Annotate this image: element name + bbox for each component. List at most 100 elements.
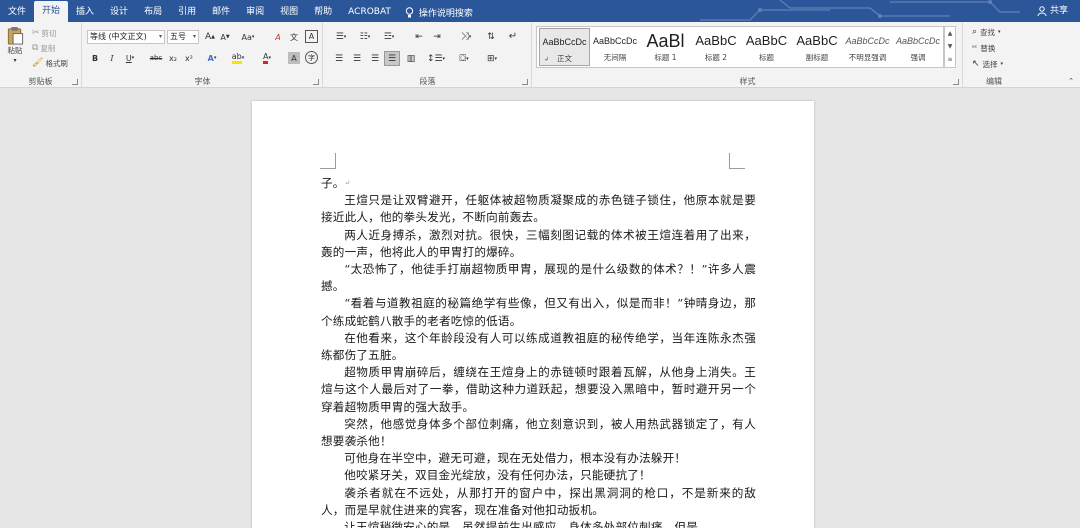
document-paragraph[interactable]: 在他看来，这个年龄段没有人可以练成道教祖庭的秘传绝学，当年连陈永杰强练都伤了五脏… bbox=[321, 330, 756, 364]
tab-10[interactable]: ACROBAT bbox=[340, 2, 399, 22]
document-paragraph[interactable]: “太恐怖了，他徒手打崩超物质甲胄，展现的是什么级数的体术？！”许多人震撼。 bbox=[321, 261, 756, 295]
change-case-icon: Aa bbox=[241, 32, 252, 42]
paste-button[interactable]: 粘贴 ▾ bbox=[3, 26, 27, 66]
document-body[interactable]: 子。↵ 王煊只是让双臂避开，任躯体被超物质凝聚成的赤色链子锁住，他原本就是要接近此… bbox=[321, 175, 756, 528]
collapse-ribbon-button[interactable]: ⌃ bbox=[1066, 76, 1076, 86]
distributed-button[interactable]: ▥ bbox=[404, 52, 418, 65]
superscript-button[interactable]: x² bbox=[183, 52, 195, 64]
style-preview: AaBbC bbox=[695, 33, 737, 48]
document-paragraph[interactable]: 让王煊稍微安心的是，虽然提前生出感应，身体多处部位刺痛，但是 bbox=[321, 519, 756, 528]
document-paragraph[interactable]: 子。↵ bbox=[321, 175, 756, 192]
style-item[interactable]: AaBbCcDc 无间隔 bbox=[590, 28, 641, 66]
style-item[interactable]: AaBbC 标题 2 bbox=[691, 28, 742, 66]
style-name: 副标题 bbox=[805, 53, 829, 62]
justify-icon: ☰ bbox=[387, 53, 397, 64]
bold-button[interactable]: B bbox=[89, 52, 101, 64]
style-item[interactable]: AaBl 标题 1 bbox=[640, 28, 691, 66]
subscript-button[interactable]: x₂ bbox=[167, 52, 179, 64]
increase-indent-button[interactable]: ⇥ bbox=[430, 30, 444, 43]
grow-font-button[interactable]: A ▲ bbox=[204, 31, 216, 43]
style-item[interactable]: AaBbC 副标题 bbox=[792, 28, 843, 66]
clear-formatting-button[interactable]: A bbox=[272, 31, 284, 43]
italic-button[interactable]: I bbox=[106, 52, 118, 64]
numbering-button[interactable]: ☷ ▾ bbox=[356, 30, 374, 43]
document-paragraph[interactable]: 超物质甲胄崩碎后，缠绕在王煊身上的赤链顿时跟着瓦解，从他身上消失。王煊与这个人最… bbox=[321, 364, 756, 416]
cut-button[interactable]: ✂ 剪切 bbox=[32, 27, 57, 39]
tab-1[interactable]: 开始 bbox=[34, 1, 69, 22]
document-paragraph[interactable]: 可他身在半空中，避无可避，现在无处借力，根本没有办法躲开！ bbox=[321, 450, 756, 467]
borders-button[interactable]: ⊞ ▾ bbox=[482, 52, 502, 65]
enclose-characters-button[interactable]: 字 bbox=[305, 51, 318, 64]
document-paragraph[interactable]: 他咬紧牙关，双目金光绽放，没有任何办法，只能硬抗了！ bbox=[321, 467, 756, 484]
style-item[interactable]: AaBbC 标题 bbox=[741, 28, 792, 66]
underline-button[interactable]: U ▾ bbox=[122, 52, 138, 64]
document-page[interactable]: 子。↵ 王煊只是让双臂避开，任躯体被超物质凝聚成的赤色链子锁住，他原本就是要接近此… bbox=[252, 101, 814, 528]
dialog-launcher-icon[interactable] bbox=[522, 79, 528, 85]
chevron-up-icon[interactable]: ▲ bbox=[945, 27, 955, 40]
share-button[interactable]: 共享 bbox=[1037, 0, 1068, 22]
document-paragraph[interactable]: “看着与道教祖庭的秘篇绝学有些像，但又有出入，似是而非！”钟晴身边，那个练成蛇鹤… bbox=[321, 295, 756, 329]
chinese-layout-button[interactable]: ⤨ ▾ bbox=[456, 30, 476, 43]
style-preview: AaBbC bbox=[796, 33, 838, 48]
more-icon[interactable]: ≡ bbox=[945, 53, 955, 66]
tab-2[interactable]: 插入 bbox=[68, 2, 102, 22]
chevron-down-icon[interactable]: ▼ bbox=[945, 40, 955, 53]
format-painter-button[interactable]: 🖌 格式刷 bbox=[32, 57, 68, 69]
change-case-button[interactable]: Aa ▾ bbox=[239, 31, 257, 43]
tab-7[interactable]: 审阅 bbox=[238, 2, 272, 22]
gallery-scroll[interactable]: ▲ ▼ ≡ bbox=[944, 26, 956, 68]
highlight-button[interactable]: ab ▾ bbox=[229, 52, 247, 64]
replace-button[interactable]: ᵃᶜ 替换 bbox=[972, 42, 995, 54]
document-paragraph[interactable]: 王煊只是让双臂避开，任躯体被超物质凝聚成的赤色链子锁住，他原本就是要接近此人，他… bbox=[321, 192, 756, 226]
strikethrough-button[interactable]: abc bbox=[149, 52, 163, 64]
character-border-button[interactable]: A bbox=[305, 30, 318, 43]
dialog-launcher-icon[interactable] bbox=[72, 79, 78, 85]
multilevel-list-button[interactable]: ☲ ▾ bbox=[380, 30, 398, 43]
justify-button[interactable]: ☰ bbox=[384, 51, 400, 66]
shading-button[interactable]: ⛋ ▾ bbox=[454, 52, 474, 65]
tab-9[interactable]: 帮助 bbox=[306, 2, 340, 22]
font-name-select[interactable]: 等线 (中文正文) ▾ bbox=[87, 30, 165, 44]
font-color-button[interactable]: A ▾ bbox=[258, 52, 276, 64]
document-paragraph[interactable]: 袭杀者就在不远处，从那打开的窗户中，探出黑洞洞的枪口，不是新来的敌人，而是早就住… bbox=[321, 485, 756, 519]
align-left-button[interactable]: ☰ bbox=[332, 52, 346, 65]
tab-8[interactable]: 视图 bbox=[272, 2, 306, 22]
style-name: 标题 bbox=[759, 53, 774, 62]
dialog-launcher-icon[interactable] bbox=[313, 79, 319, 85]
tab-0[interactable]: 文件 bbox=[0, 2, 34, 22]
line-spacing-button[interactable]: ↕☰ ▾ bbox=[426, 52, 446, 65]
bullets-button[interactable]: ☰ ▾ bbox=[332, 30, 350, 43]
chevron-down-icon: ▾ bbox=[158, 33, 162, 40]
editing-group: ⌕ 查找 ▾ ᵃᶜ 替换 ↖ 选择 ▾ 编辑 bbox=[964, 22, 1024, 88]
dialog-launcher-icon[interactable] bbox=[953, 79, 959, 85]
superscript-icon: x² bbox=[185, 53, 193, 63]
document-canvas[interactable]: 子。↵ 王煊只是让双臂避开，任躯体被超物质凝聚成的赤色链子锁住，他原本就是要接近此… bbox=[0, 89, 1080, 528]
sort-button[interactable]: ⇅ bbox=[484, 30, 498, 43]
copy-button[interactable]: ⧉ 复制 bbox=[32, 42, 55, 54]
document-paragraph[interactable]: 突然，他感觉身体多个部位刺痛，他立刻意识到，被人用热武器锁定了，有人想要袭杀他！ bbox=[321, 416, 756, 450]
tab-5[interactable]: 引用 bbox=[170, 2, 204, 22]
character-shading-button[interactable]: A bbox=[288, 52, 300, 64]
italic-icon: I bbox=[110, 53, 114, 63]
tab-6[interactable]: 邮件 bbox=[204, 2, 238, 22]
show-hide-marks-button[interactable]: ↵ bbox=[506, 30, 520, 43]
align-center-button[interactable]: ☰ bbox=[350, 52, 364, 65]
text-effects-button[interactable]: A ▾ bbox=[204, 52, 220, 64]
style-item[interactable]: AaBbCcDc 正文 ↲ bbox=[539, 28, 590, 66]
align-right-button[interactable]: ☰ bbox=[368, 52, 382, 65]
chinese-layout-icon: ⤨ bbox=[460, 31, 469, 42]
search-icon: ⌕ bbox=[972, 27, 978, 37]
tab-3[interactable]: 设计 bbox=[102, 2, 136, 22]
phonetic-guide-button[interactable]: 文 bbox=[288, 31, 300, 43]
tell-me-search[interactable]: 操作说明搜索 bbox=[399, 2, 479, 22]
shrink-font-button[interactable]: A ▼ bbox=[219, 31, 231, 43]
tab-4[interactable]: 布局 bbox=[136, 2, 170, 22]
decrease-indent-button[interactable]: ⇤ bbox=[412, 30, 426, 43]
font-size-select[interactable]: 五号 ▾ bbox=[167, 30, 199, 44]
style-item[interactable]: AaBbCcDc 强调 bbox=[893, 28, 944, 66]
find-button[interactable]: ⌕ 查找 ▾ bbox=[972, 26, 1001, 38]
style-item[interactable]: AaBbCcDc 不明显强调 bbox=[842, 28, 893, 66]
document-paragraph[interactable]: 两人近身搏杀，激烈对抗。很快，三幅刻图记载的体术被王煊连着用了出来，轰的一声，他… bbox=[321, 227, 756, 261]
select-button[interactable]: ↖ 选择 ▾ bbox=[972, 58, 1003, 70]
user-icon bbox=[1037, 6, 1047, 16]
